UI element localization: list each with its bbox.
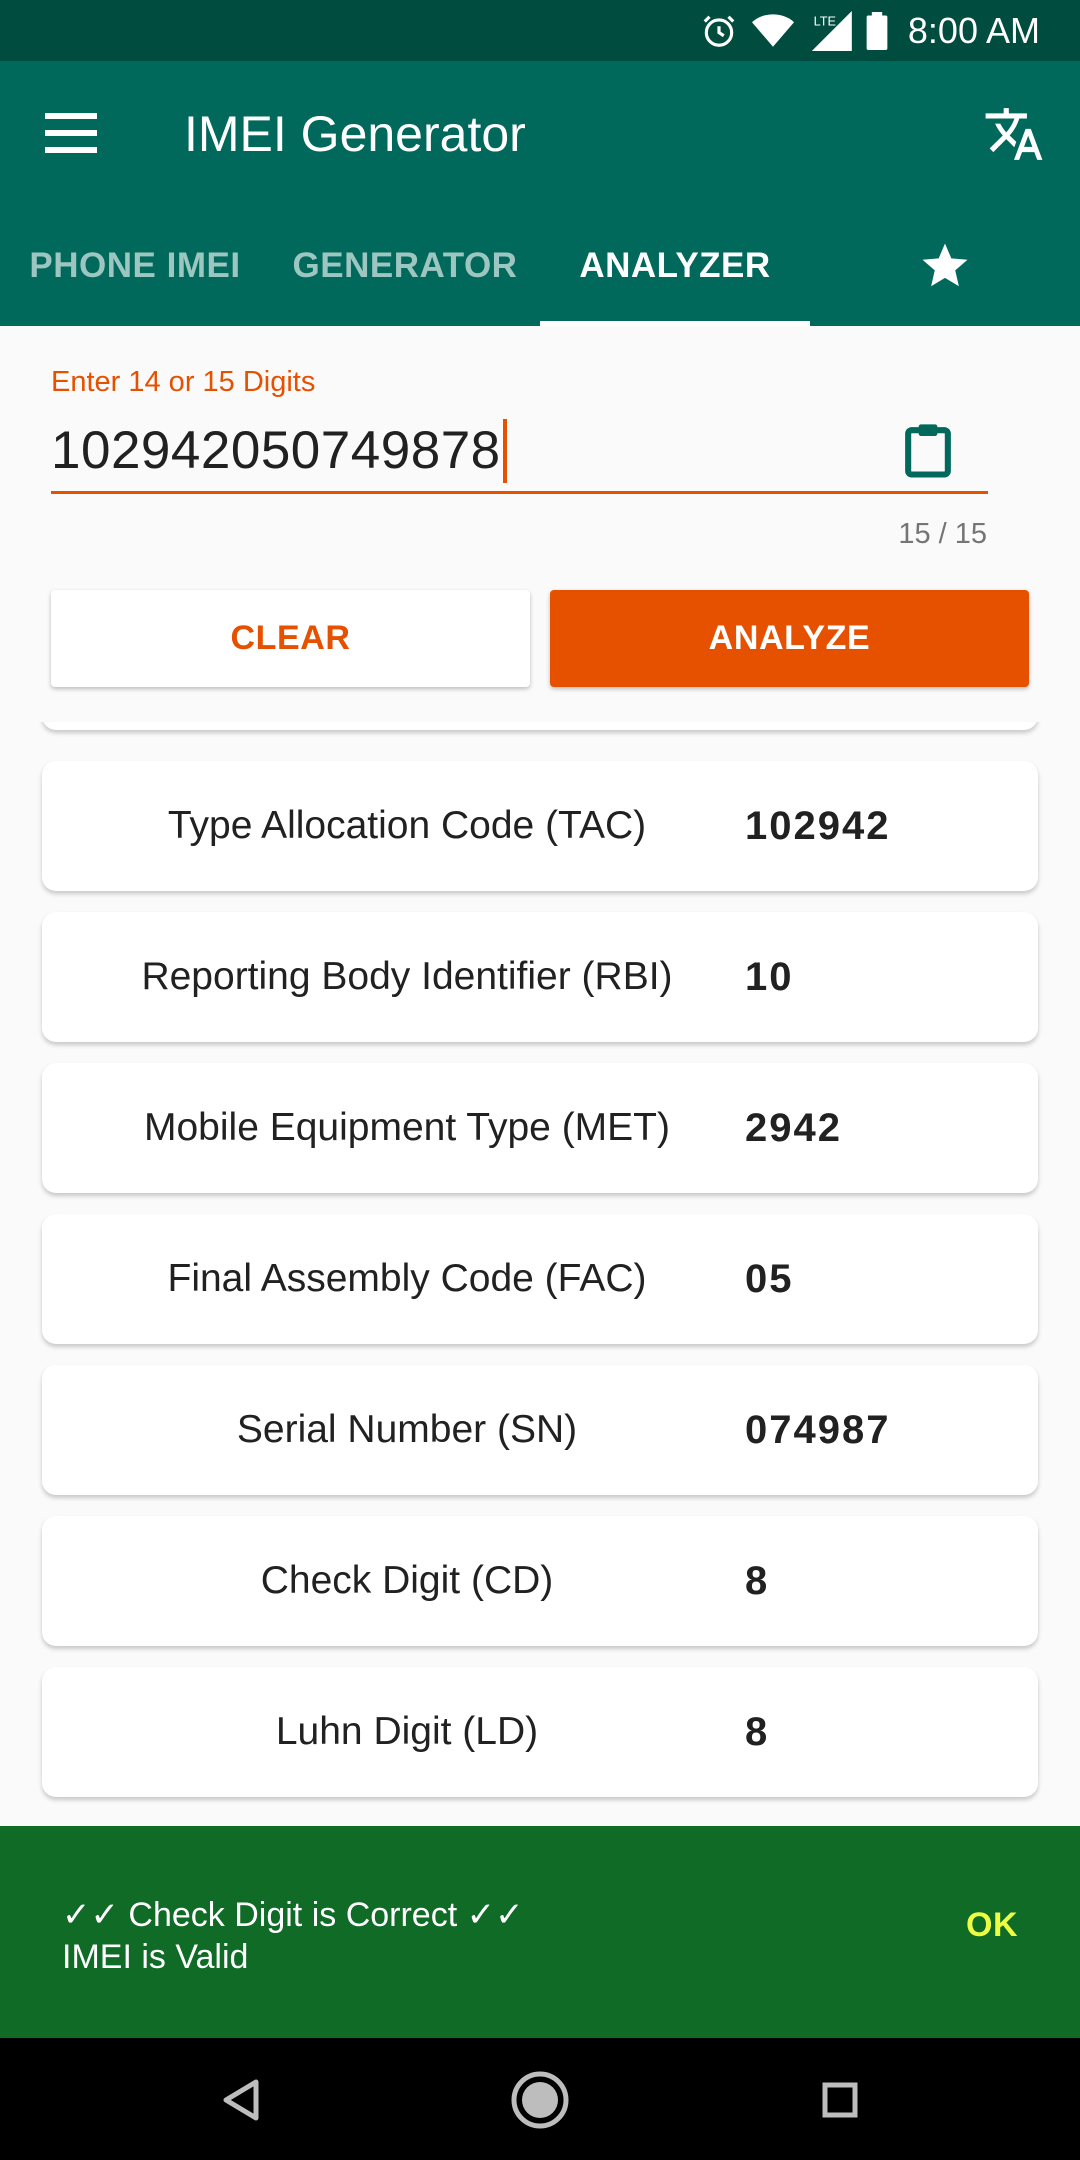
star-icon [922,243,968,286]
back-button[interactable] [208,2068,272,2132]
result-label: Mobile Equipment Type (MET) [144,1106,670,1149]
result-card-ld: Luhn Digit (LD) 8 [42,1667,1038,1797]
snackbar-message: ✓✓ Check Digit is Correct ✓✓ IMEI is Val… [62,1894,524,1978]
paste-button[interactable] [896,418,960,482]
tab-generator[interactable]: GENERATOR [270,205,540,326]
result-label: Type Allocation Code (TAC) [167,804,647,847]
home-icon [511,2071,569,2129]
result-value: 05 [745,1256,794,1301]
result-value: 8 [745,1709,770,1754]
tab-analyzer[interactable]: ANALYZER [540,205,810,326]
status-bar: LTE 8:00 AM [0,0,1080,61]
result-card-rbi: Reporting Body Identifier (RBI) 10 [42,912,1038,1042]
snackbar: ✓✓ Check Digit is Correct ✓✓ IMEI is Val… [0,1826,1080,2038]
signal-icon: LTE [808,10,852,51]
results-list[interactable]: Type Allocation Code (TAC) 102942 Report… [0,722,1080,1826]
imei-input-label: Enter 14 or 15 Digits [51,366,316,398]
menu-icon [45,113,97,153]
translate-button[interactable] [976,99,1052,169]
app-bar: IMEI Generator [0,61,1080,205]
status-time: 8:00 AM [907,9,1040,51]
result-card-fac: Final Assembly Code (FAC) 05 [42,1214,1038,1344]
tab-indicator [540,321,810,326]
recents-icon [822,2082,858,2118]
result-value: 102942 [745,803,891,848]
result-value: 8 [745,1558,770,1603]
result-label: Final Assembly Code (FAC) [167,1257,647,1300]
result-card [42,722,1038,730]
analyze-button[interactable]: ANALYZE [550,590,1029,687]
app-title: IMEI Generator [184,106,526,162]
imei-input-value: 102942050749878 [51,421,501,480]
result-value: 074987 [745,1407,891,1452]
result-label: Check Digit (CD) [260,1559,554,1602]
svg-text:LTE: LTE [814,13,836,28]
menu-button[interactable] [40,107,102,159]
tab-bar: PHONE IMEI GENERATOR ANALYZER [0,205,1080,326]
clipboard-icon [905,424,951,478]
home-button[interactable] [508,2068,572,2132]
alarm-icon [700,12,738,50]
snackbar-line-2: IMEI is Valid [62,1938,249,1976]
result-label: Luhn Digit (LD) [275,1710,539,1753]
result-card-sn: Serial Number (SN) 074987 [42,1365,1038,1495]
translate-icon [985,108,1043,160]
snackbar-line-1: ✓✓ Check Digit is Correct ✓✓ [62,1896,524,1934]
result-value: 10 [745,954,794,999]
battery-icon [866,11,888,50]
text-caret [502,418,507,483]
recents-button[interactable] [808,2068,872,2132]
character-counter: 15 / 15 [898,518,987,550]
tab-favorites[interactable] [810,205,1080,326]
tab-phone-imei[interactable]: PHONE IMEI [0,205,270,326]
result-label: Serial Number (SN) [236,1408,578,1451]
result-label: Reporting Body Identifier (RBI) [141,955,673,998]
result-card-met: Mobile Equipment Type (MET) 2942 [42,1063,1038,1193]
back-icon [223,2079,259,2121]
navigation-bar [0,2038,1080,2160]
wifi-icon [751,13,794,49]
result-value: 2942 [745,1105,842,1150]
result-card-cd: Check Digit (CD) 8 [42,1516,1038,1646]
clear-button[interactable]: CLEAR [51,590,530,687]
imei-input[interactable]: 102942050749878 [51,410,988,494]
result-card-tac: Type Allocation Code (TAC) 102942 [42,761,1038,891]
snackbar-ok-button[interactable]: OK [966,1906,1018,1945]
